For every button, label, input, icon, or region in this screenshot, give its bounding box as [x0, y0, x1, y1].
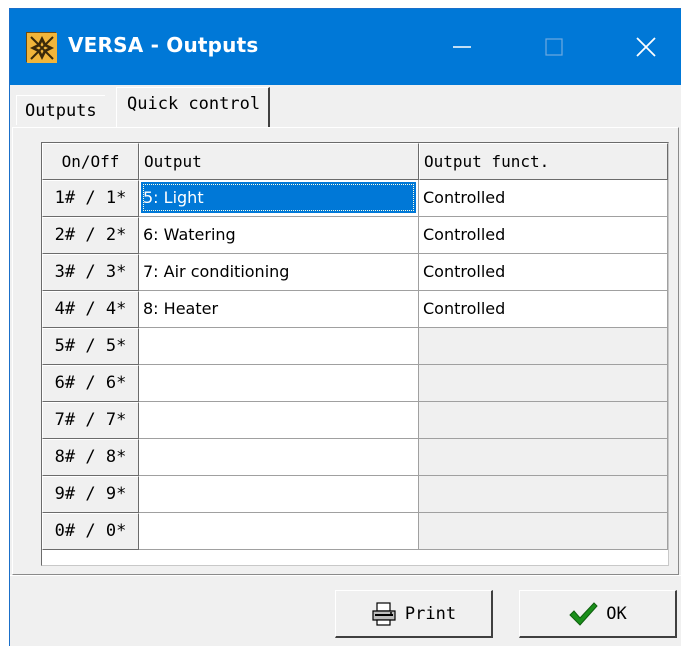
row-key-button[interactable]: 8# / 8*	[42, 439, 139, 476]
ok-button[interactable]: OK	[519, 590, 677, 638]
func-cell[interactable]: Controlled	[419, 180, 668, 217]
maximize-icon	[545, 38, 563, 56]
table-row: 8# / 8*	[42, 439, 668, 476]
output-cell[interactable]: 5: Light	[139, 180, 419, 217]
func-cell[interactable]	[419, 402, 668, 439]
close-icon	[636, 37, 656, 57]
output-cell[interactable]: 6: Watering	[139, 217, 419, 254]
quick-control-panel: On/Off Output Output funct. 1# / 1* 5: L…	[12, 127, 679, 575]
printer-icon	[372, 601, 396, 626]
func-cell[interactable]	[419, 365, 668, 402]
row-key-button[interactable]: 1# / 1*	[42, 180, 139, 217]
checkmark-icon	[569, 601, 598, 626]
ok-label: OK	[606, 603, 627, 624]
table-row: 1# / 1* 5: Light Controlled	[42, 180, 668, 217]
func-cell[interactable]	[419, 476, 668, 513]
print-button[interactable]: Print	[335, 590, 493, 638]
func-cell[interactable]: Controlled	[419, 217, 668, 254]
table-row: 7# / 7*	[42, 402, 668, 439]
table-row: 9# / 9*	[42, 476, 668, 513]
grid-header-row: On/Off Output Output funct.	[42, 143, 668, 180]
output-cell[interactable]: 7: Air conditioning	[139, 254, 419, 291]
output-cell[interactable]: 8: Heater	[139, 291, 419, 328]
table-row: 5# / 5*	[42, 328, 668, 365]
print-label: Print	[404, 603, 457, 624]
quick-control-grid: On/Off Output Output funct. 1# / 1* 5: L…	[41, 142, 669, 566]
button-bar: Print OK	[10, 575, 681, 646]
outputs-window: VERSA - Outputs Outputs Quick control On…	[9, 8, 681, 646]
row-key-button[interactable]: 6# / 6*	[42, 365, 139, 402]
title-bar[interactable]: VERSA - Outputs	[10, 9, 681, 85]
row-key-button[interactable]: 3# / 3*	[42, 254, 139, 291]
func-cell[interactable]: Controlled	[419, 291, 668, 328]
output-cell[interactable]	[139, 402, 419, 439]
output-cell[interactable]	[139, 365, 419, 402]
output-cell[interactable]	[139, 513, 419, 550]
header-on-off: On/Off	[42, 143, 139, 180]
minimize-icon	[453, 46, 471, 48]
row-key-button[interactable]: 7# / 7*	[42, 402, 139, 439]
maximize-button	[508, 9, 600, 85]
func-cell[interactable]	[419, 328, 668, 365]
tab-strip: Outputs Quick control	[10, 85, 681, 129]
header-output: Output	[139, 143, 419, 180]
header-output-funct: Output funct.	[419, 143, 668, 180]
close-button[interactable]	[600, 9, 681, 85]
tab-outputs[interactable]: Outputs	[16, 95, 105, 125]
selected-output: 5: Light	[141, 182, 416, 213]
window-title: VERSA - Outputs	[68, 33, 259, 57]
func-cell[interactable]	[419, 513, 668, 550]
output-cell[interactable]	[139, 439, 419, 476]
tab-quick-control[interactable]: Quick control	[116, 87, 271, 127]
table-row: 4# / 4* 8: Heater Controlled	[42, 291, 668, 328]
table-row: 3# / 3* 7: Air conditioning Controlled	[42, 254, 668, 291]
func-cell[interactable]: Controlled	[419, 254, 668, 291]
row-key-button[interactable]: 0# / 0*	[42, 513, 139, 550]
row-key-button[interactable]: 4# / 4*	[42, 291, 139, 328]
versa-app-icon[interactable]	[26, 32, 57, 63]
func-cell[interactable]	[419, 439, 668, 476]
table-row: 6# / 6*	[42, 365, 668, 402]
row-key-button[interactable]: 2# / 2*	[42, 217, 139, 254]
row-key-button[interactable]: 9# / 9*	[42, 476, 139, 513]
table-row: 0# / 0*	[42, 513, 668, 550]
output-cell[interactable]	[139, 476, 419, 513]
minimize-button[interactable]	[416, 9, 508, 85]
table-row: 2# / 2* 6: Watering Controlled	[42, 217, 668, 254]
row-key-button[interactable]: 5# / 5*	[42, 328, 139, 365]
output-cell[interactable]	[139, 328, 419, 365]
